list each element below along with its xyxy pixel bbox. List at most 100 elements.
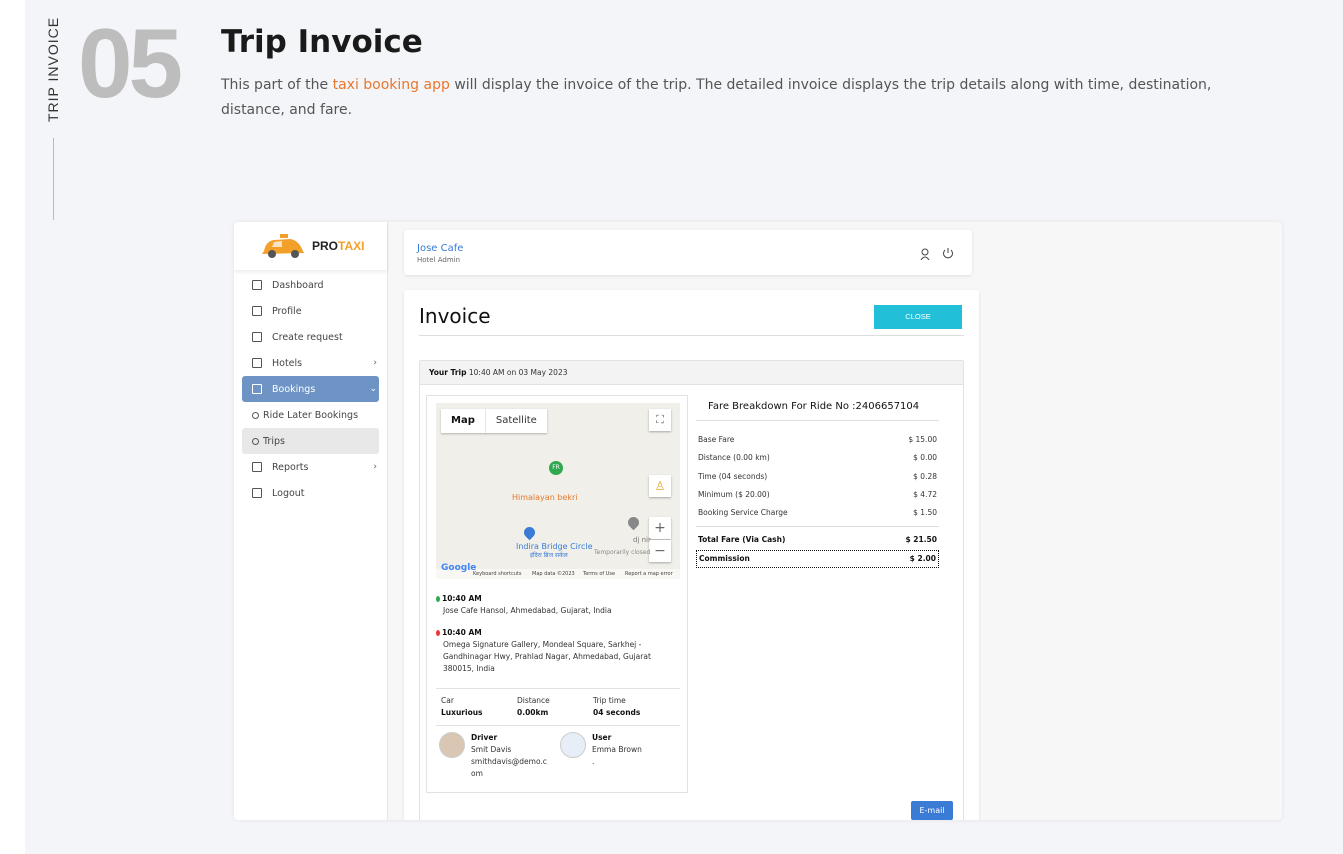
stat-value: Luxurious [441, 708, 483, 717]
sidebar-item-label: Hotels [272, 357, 303, 369]
route-pin-icon[interactable]: FR [549, 461, 563, 475]
fare-label: Base Fare [698, 435, 735, 444]
sidebar-item-dashboard[interactable]: Dashboard [242, 272, 379, 298]
driver-avatar [439, 732, 465, 758]
fare-row: Time (04 seconds) $ 0.28 [696, 468, 939, 486]
fare-breakdown: Fare Breakdown For Ride No :2406657104 B… [696, 395, 939, 568]
user-extra: . [592, 757, 595, 766]
fare-rows: Base Fare $ 15.00 Distance (0.00 km) $ 0.0… [696, 431, 939, 528]
create-request-icon [252, 332, 262, 342]
top-bar: Jose Cafe Hotel Admin [404, 230, 972, 275]
driver-email: smithdavis@demo.c [471, 757, 547, 766]
driver-info: Driver Smit Davis smithdavis@demo.c om [471, 732, 547, 780]
sidebar-item-ride-later-bookings[interactable]: Ride Later Bookings [242, 402, 379, 428]
sidebar-item-logout[interactable]: Logout [242, 480, 379, 506]
invoice-card: Invoice CLOSE Your Trip 10:40 AM on 03 M… [404, 290, 979, 820]
fullscreen-icon[interactable]: ⛶ [649, 409, 671, 431]
stat-value: 0.00km [517, 708, 549, 717]
fare-label: Distance (0.00 km) [698, 453, 770, 463]
stat-label: Trip time [593, 696, 626, 705]
sidebar-item-profile[interactable]: Profile [242, 298, 379, 324]
fare-value: $ 0.00 [913, 453, 937, 463]
sidebar-item-bookings[interactable]: Bookings ⌄ [242, 376, 379, 402]
hotels-icon [252, 358, 262, 368]
google-logo: Google [441, 563, 477, 573]
trip-panel: Your Trip 10:40 AM on 03 May 2023 Map Sa… [419, 360, 964, 820]
sidebar-item-label: Trips [263, 435, 285, 447]
sidebar-item-trips[interactable]: Trips [242, 428, 379, 454]
app-logo[interactable]: PRO TAXI [234, 222, 387, 270]
user-name: Jose Cafe [417, 243, 464, 254]
fare-total-row: Total Fare (Via Cash) $ 21.50 [696, 531, 939, 549]
zoom-in-icon[interactable]: + [649, 517, 671, 539]
divider [436, 688, 680, 689]
bookings-icon [252, 384, 262, 394]
profile-icon [252, 306, 262, 316]
fare-value: $ 1.50 [913, 508, 937, 518]
sidebar-nav: Dashboard Profile Create request Hotels ›… [242, 272, 379, 506]
stat-label: Distance [517, 696, 550, 705]
logo-text-pro: PRO [312, 239, 339, 253]
trip-label: Your Trip [429, 368, 467, 377]
sidebar-item-create-request[interactable]: Create request [242, 324, 379, 350]
dashboard-icon [252, 280, 262, 290]
circle-icon [252, 437, 259, 445]
sidebar-item-label: Ride Later Bookings [263, 409, 359, 421]
pickup-stop: 10:40 AM Jose Cafe Hansol, Ahmedabad, Gu… [436, 593, 612, 617]
route-map[interactable]: Map Satellite ⛶ ♙ + − FR Himalayan bekri… [436, 403, 680, 579]
sidebar-item-label: Dashboard [272, 279, 324, 291]
user-avatar [560, 732, 586, 758]
drop-time: 10:40 AM [436, 627, 651, 639]
logout-icon [252, 488, 262, 498]
sidebar-item-hotels[interactable]: Hotels › [242, 350, 379, 376]
drop-address: Omega Signature Gallery, Mondeal Square,… [443, 640, 642, 649]
zoom-out-icon[interactable]: − [649, 540, 671, 562]
divider [436, 725, 680, 726]
chevron-down-icon: ⌄ [369, 384, 377, 394]
tab-map[interactable]: Map [441, 409, 486, 433]
sidebar-item-label: Profile [272, 305, 302, 317]
fare-label: Time (04 seconds) [698, 471, 768, 481]
fare-row: Base Fare $ 15.00 [696, 431, 939, 449]
sidebar-item-label: Reports [272, 461, 309, 473]
power-icon[interactable] [942, 247, 954, 259]
sidebar-item-reports[interactable]: Reports › [242, 454, 379, 480]
map-status-label: Temporarily closed [594, 549, 651, 556]
commission-label: Commission [699, 553, 750, 563]
place-pin-icon [625, 514, 642, 531]
map-footer-link[interactable]: Terms of Use [583, 571, 615, 577]
divider [419, 335, 964, 336]
fare-value: $ 4.72 [913, 489, 937, 499]
reports-icon [252, 462, 262, 472]
trip-when: 10:40 AM on 03 May 2023 [468, 368, 568, 377]
place-pin-icon [521, 524, 538, 541]
stat-label: Car [441, 696, 454, 705]
fare-total-label: Total Fare (Via Cash) [698, 535, 786, 545]
pegman-icon[interactable]: ♙ [649, 475, 671, 497]
section-number: 05 [78, 8, 183, 118]
user-icon[interactable] [920, 248, 930, 260]
email-button[interactable]: E-mail [911, 801, 953, 820]
driver-name: Smit Davis [471, 745, 512, 754]
tab-satellite[interactable]: Satellite [486, 409, 547, 433]
fare-row: Minimum ($ 20.00) $ 4.72 [696, 486, 939, 504]
fare-label: Minimum ($ 20.00) [698, 489, 770, 499]
desc-prefix: This part of the [221, 77, 333, 93]
sidebar-item-label: Bookings [272, 383, 316, 395]
drop-address: 380015, India [443, 664, 495, 673]
close-button[interactable]: CLOSE [874, 305, 962, 329]
map-footer-link[interactable]: Keyboard shortcuts [473, 571, 521, 577]
logo-text-taxi: TAXI [338, 239, 365, 253]
trip-details: Map Satellite ⛶ ♙ + − FR Himalayan bekri… [426, 395, 688, 793]
taxi-booking-app-link[interactable]: taxi booking app [333, 77, 450, 93]
fare-value: $ 15.00 [908, 435, 937, 444]
chevron-right-icon: › [373, 462, 377, 472]
fare-total-value: $ 21.50 [905, 535, 937, 545]
sidebar: PRO TAXI Dashboard Profile Create request… [234, 222, 388, 820]
taxi-car-icon [262, 234, 304, 258]
map-place-label-local: इंदिरा ब्रिज सर्कल [530, 552, 568, 559]
section-title: Trip Invoice [221, 24, 423, 60]
map-footer-text: Map data ©2023 [532, 571, 575, 577]
map-footer-link[interactable]: Report a map error [625, 571, 673, 577]
stat-distance: Distance 0.00km [517, 695, 550, 719]
